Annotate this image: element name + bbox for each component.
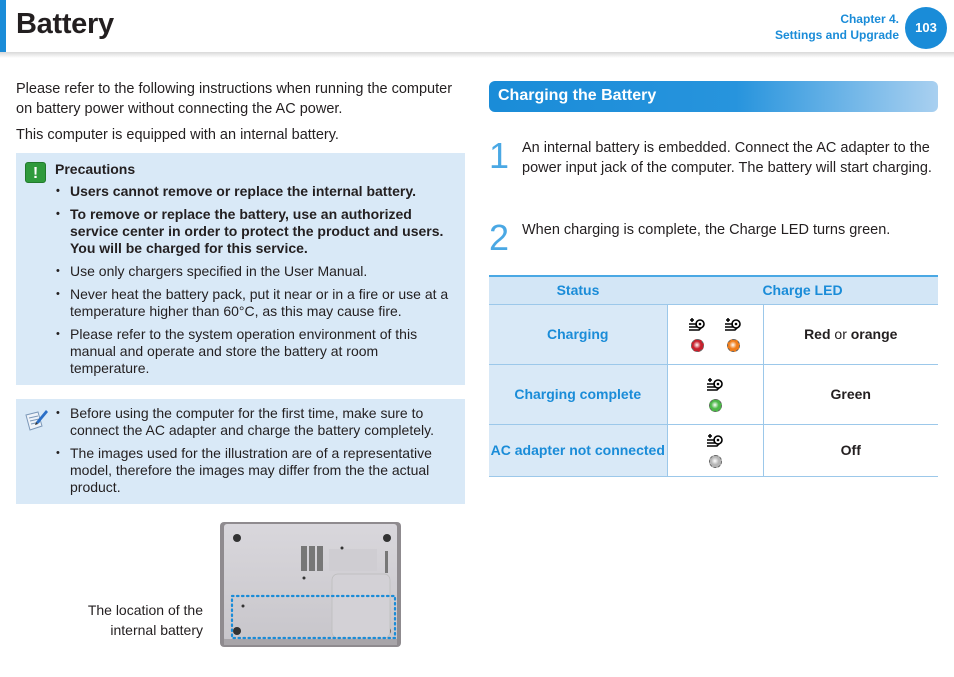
led-color-cell: Off xyxy=(763,424,938,477)
led-light-icon xyxy=(708,398,722,412)
header-divider xyxy=(0,52,954,58)
page-number-badge: 103 xyxy=(905,7,947,49)
note-list: Before using the computer for the first … xyxy=(55,405,460,502)
caption-line: internal battery xyxy=(110,622,203,638)
note-item: The images used for the illustration are… xyxy=(55,445,460,496)
caption-line: The location of the xyxy=(87,602,203,618)
intro-text: Please refer to the following instructio… xyxy=(16,79,466,151)
note-pencil-icon xyxy=(25,410,48,431)
status-cell: Charging xyxy=(489,304,668,365)
charge-led-icon xyxy=(706,433,724,452)
led-indicator xyxy=(688,317,706,352)
column-header-charge-led: Charge LED xyxy=(667,276,938,305)
step-number: 2 xyxy=(489,217,510,258)
led-indicator-cell xyxy=(667,304,764,365)
section-header: Charging the Battery xyxy=(489,81,938,112)
column-header-status: Status xyxy=(489,276,667,305)
note-item: Before using the computer for the first … xyxy=(55,405,460,439)
table-row: Charging complete Green xyxy=(489,364,938,425)
led-indicator-cell xyxy=(667,424,764,477)
charge-led-icon xyxy=(688,317,706,336)
intro-paragraph: This computer is equipped with an intern… xyxy=(16,127,339,143)
note-box: Before using the computer for the first … xyxy=(16,399,465,504)
table-header-row: Status Charge LED xyxy=(489,276,938,305)
laptop-bottom-illustration xyxy=(220,522,401,647)
battery-location-caption: The location of the internal battery xyxy=(60,600,203,640)
step-number: 1 xyxy=(489,135,510,176)
led-light-icon xyxy=(708,454,722,468)
status-cell: Charging complete xyxy=(489,364,668,425)
chapter-label: Chapter 4. Settings and Upgrade xyxy=(775,11,899,43)
table-row: AC adapter not connected Off xyxy=(489,424,938,477)
led-light-icon xyxy=(690,338,704,352)
charge-led-icon xyxy=(706,377,724,396)
exclamation-icon: ! xyxy=(25,162,46,183)
intro-paragraph: Please refer to the following instructio… xyxy=(16,81,453,117)
table-row: Charging Red or orange xyxy=(489,304,938,365)
precaution-item: Never heat the battery pack, put it near… xyxy=(55,286,460,320)
chapter-title: Settings and Upgrade xyxy=(774,28,899,42)
charge-led-icon xyxy=(724,317,742,336)
precaution-item: Users cannot remove or replace the inter… xyxy=(55,183,460,200)
precaution-item: Use only chargers specified in the User … xyxy=(55,263,460,280)
precaution-item: To remove or replace the battery, use an… xyxy=(55,206,460,257)
precautions-title: Precautions xyxy=(55,161,136,177)
step-text: When charging is complete, the Charge LE… xyxy=(522,222,891,238)
page-title: Battery xyxy=(16,8,114,40)
section-title: Charging the Battery xyxy=(498,87,657,104)
status-cell: AC adapter not connected xyxy=(489,424,668,477)
precautions-box: ! Precautions Users cannot remove or rep… xyxy=(16,153,465,385)
led-indicator xyxy=(706,377,724,412)
header-accent-bar xyxy=(0,0,6,52)
led-indicator xyxy=(706,433,724,468)
precautions-list: Users cannot remove or replace the inter… xyxy=(55,183,460,383)
led-color-cell: Red or orange xyxy=(763,304,938,365)
precaution-item: Please refer to the system operation env… xyxy=(55,326,460,377)
led-indicator xyxy=(724,317,742,352)
page-header: Battery Chapter 4. Settings and Upgrade … xyxy=(0,0,954,58)
led-color-cell: Green xyxy=(763,364,938,425)
led-indicator-cell xyxy=(667,364,764,425)
charge-led-table: Status Charge LED Charging Red or orange C… xyxy=(489,275,938,477)
chapter-number: Chapter 4. xyxy=(840,12,899,26)
led-light-icon xyxy=(726,338,740,352)
step-text: An internal battery is embedded. Connect… xyxy=(522,140,932,176)
